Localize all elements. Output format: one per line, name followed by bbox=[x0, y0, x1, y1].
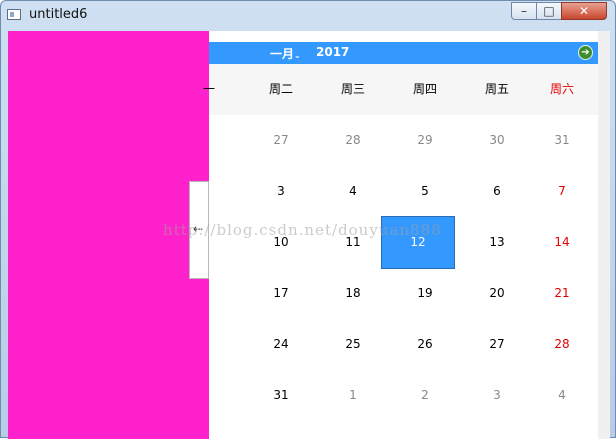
day-cell[interactable]: 18 bbox=[317, 268, 389, 319]
weekday-header: 周二 bbox=[268, 82, 293, 96]
weekday-header-row: 一 周二 周三 周四 周五 周六 bbox=[203, 64, 598, 115]
day-cell[interactable]: 27 bbox=[245, 115, 317, 166]
month-label: 一月 bbox=[270, 47, 295, 61]
main-window: untitled6 – □ ✕ 一月⌄ 2017 ➔ 一 周二 周三 周四 周五… bbox=[0, 0, 616, 439]
weekday-header-saturday: 周六 bbox=[549, 82, 574, 96]
weekday-header: 周五 bbox=[484, 82, 509, 96]
day-cell[interactable]: 28 bbox=[317, 115, 389, 166]
day-cell[interactable]: 4 bbox=[526, 370, 598, 421]
month-selector[interactable]: 一月⌄ bbox=[270, 45, 301, 62]
day-cell[interactable]: 27 bbox=[461, 319, 533, 370]
day-cell-saturday[interactable]: 14 bbox=[526, 217, 598, 268]
calendar-navigation-bar: 一月⌄ 2017 ➔ bbox=[209, 42, 598, 64]
minimize-icon: – bbox=[521, 4, 527, 18]
arrow-right-icon: ➔ bbox=[581, 47, 590, 58]
day-cell[interactable]: 5 bbox=[389, 166, 461, 217]
day-cell[interactable]: 25 bbox=[317, 319, 389, 370]
chevron-down-icon: ⌄ bbox=[294, 51, 301, 60]
day-cell-saturday[interactable]: 7 bbox=[526, 166, 598, 217]
day-cell[interactable]: 29 bbox=[389, 115, 461, 166]
day-cell[interactable]: 31 bbox=[245, 370, 317, 421]
window-title: untitled6 bbox=[29, 7, 88, 22]
close-icon: ✕ bbox=[578, 4, 590, 18]
weekday-header: 周三 bbox=[340, 82, 365, 96]
weekday-header: 一 bbox=[202, 82, 215, 96]
day-cell[interactable]: 2 bbox=[389, 370, 461, 421]
next-month-button[interactable]: ➔ bbox=[578, 45, 593, 60]
watermark-text: http://blog.csdn.net/douyuan888 bbox=[163, 221, 442, 239]
day-cell[interactable]: 26 bbox=[389, 319, 461, 370]
close-button[interactable]: ✕ bbox=[561, 2, 607, 20]
day-cell[interactable]: 30 bbox=[461, 115, 533, 166]
day-cell[interactable]: 13 bbox=[461, 217, 533, 268]
day-cell[interactable]: 24 bbox=[245, 319, 317, 370]
maximize-button[interactable]: □ bbox=[536, 2, 562, 20]
day-cell-saturday[interactable]: 28 bbox=[526, 319, 598, 370]
client-area: 一月⌄ 2017 ➔ 一 周二 周三 周四 周五 周六 27 28 29 30 … bbox=[8, 31, 610, 439]
minimize-button[interactable]: – bbox=[511, 2, 537, 20]
day-cell[interactable]: 31 bbox=[526, 115, 598, 166]
year-selector[interactable]: 2017 bbox=[316, 45, 349, 59]
day-cell[interactable]: 19 bbox=[389, 268, 461, 319]
weekday-header: 周四 bbox=[412, 82, 437, 96]
app-window-icon bbox=[7, 9, 21, 20]
calendar-right-margin bbox=[598, 31, 610, 439]
day-cell[interactable]: 17 bbox=[245, 268, 317, 319]
day-cell[interactable]: 1 bbox=[317, 370, 389, 421]
maximize-icon: □ bbox=[543, 4, 555, 18]
day-cell[interactable]: 6 bbox=[461, 166, 533, 217]
day-cell-saturday[interactable]: 21 bbox=[526, 268, 598, 319]
day-cell[interactable]: 3 bbox=[461, 370, 533, 421]
day-cell[interactable]: 4 bbox=[317, 166, 389, 217]
day-cell[interactable]: 20 bbox=[461, 268, 533, 319]
day-grid: 27 28 29 30 31 3 4 5 6 7 10 11 12 13 14 … bbox=[209, 115, 598, 421]
day-cell[interactable]: 3 bbox=[245, 166, 317, 217]
title-bar[interactable]: untitled6 – □ ✕ bbox=[1, 1, 615, 30]
